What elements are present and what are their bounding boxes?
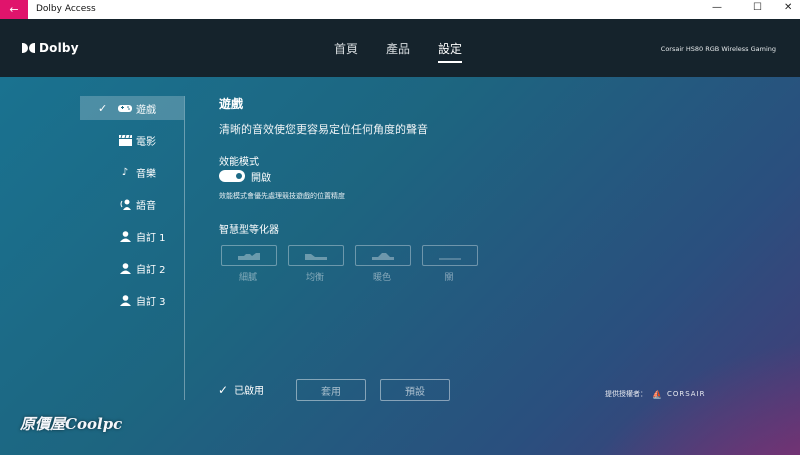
page-subtitle: 清晰的音效使您更容易定位任何角度的聲音 [219,123,428,136]
sidebar-item-label: 語音 [136,200,156,212]
corsair-brand: CORSAIR [666,390,706,398]
dolby-logo: Dolby [22,41,79,55]
logo-text: Dolby [39,41,79,55]
apply-button[interactable]: 套用 [296,379,366,401]
clapperboard-icon [118,134,132,146]
title-bar: ← Dolby Access — ☐ ✕ [0,0,800,19]
sidebar-item-label: 自訂 1 [136,232,166,244]
device-name: Corsair HS80 RGB Wireless Gaming [660,45,776,53]
sidebar-item-label: 自訂 3 [136,296,166,308]
eq-preset-off[interactable] [422,245,478,266]
minimize-button[interactable]: — [712,2,722,13]
app-header: Dolby 首頁 產品 設定 Corsair HS80 RGB Wireless… [0,19,800,77]
eq-preset-balanced[interactable] [288,245,344,266]
check-icon: ✓ [218,382,229,397]
check-icon: ✓ [98,101,108,115]
sidebar-item-label: 遊戲 [136,104,156,116]
person-icon [118,230,132,242]
sidebar-item-label: 電影 [136,136,156,148]
gamepad-icon [118,102,132,114]
watermark: 原價屋Coolpc [20,415,123,433]
dolby-icon [22,43,36,53]
sidebar-divider [184,96,185,400]
person-icon [118,262,132,274]
eq-label-detailed: 細膩 [238,273,257,283]
close-button[interactable]: ✕ [784,2,792,13]
music-note-icon: ♪ [121,166,129,178]
eq-label-warm: 暖色 [372,273,391,283]
eq-preset-detailed[interactable] [221,245,277,266]
equalizer-title: 智慧型等化器 [219,225,279,236]
toggle-knob [236,173,242,179]
toggle-state-label: 開啟 [251,173,271,184]
corsair-sails-icon: ⛵ [652,389,662,399]
voice-icon [118,198,132,210]
default-button[interactable]: 預設 [380,379,450,401]
sidebar-item-music[interactable]: ♪ 音樂 [80,160,184,184]
sidebar-item-movie[interactable]: 電影 [80,128,184,152]
enabled-label: 已啟用 [234,386,265,397]
performance-mode-label: 效能模式 [219,157,259,168]
window-title: Dolby Access [36,4,96,14]
nav-products[interactable]: 產品 [386,40,410,63]
back-button[interactable]: ← [0,0,28,19]
performance-mode-description: 效能模式會優先處理競技遊戲的位置精度 [219,192,345,200]
sidebar-item-custom1[interactable]: 自訂 1 [80,224,184,248]
provided-by: 提供授權者： ⛵ CORSAIR [605,389,706,399]
enabled-status: ✓ 已啟用 [218,382,265,398]
sidebar-item-voice[interactable]: 語音 [80,192,184,216]
sidebar-item-custom3[interactable]: 自訂 3 [80,288,184,312]
sidebar-item-game[interactable]: ✓ 遊戲 [80,96,184,120]
nav-settings[interactable]: 設定 [438,40,463,63]
eq-preset-warm[interactable] [355,245,411,266]
nav-home[interactable]: 首頁 [334,40,358,63]
sidebar-item-custom2[interactable]: 自訂 2 [80,256,184,280]
performance-mode-toggle[interactable] [219,170,245,182]
main-nav: 首頁 產品 設定 [334,40,463,63]
eq-label-balanced: 均衡 [305,273,324,283]
provided-by-label: 提供授權者： [605,390,647,398]
person-icon [118,294,132,306]
maximize-button[interactable]: ☐ [753,2,762,13]
eq-label-off: 關 [444,273,454,283]
page-title: 遊戲 [219,97,244,111]
sidebar-item-label: 音樂 [136,168,156,180]
sidebar-item-label: 自訂 2 [136,264,166,276]
